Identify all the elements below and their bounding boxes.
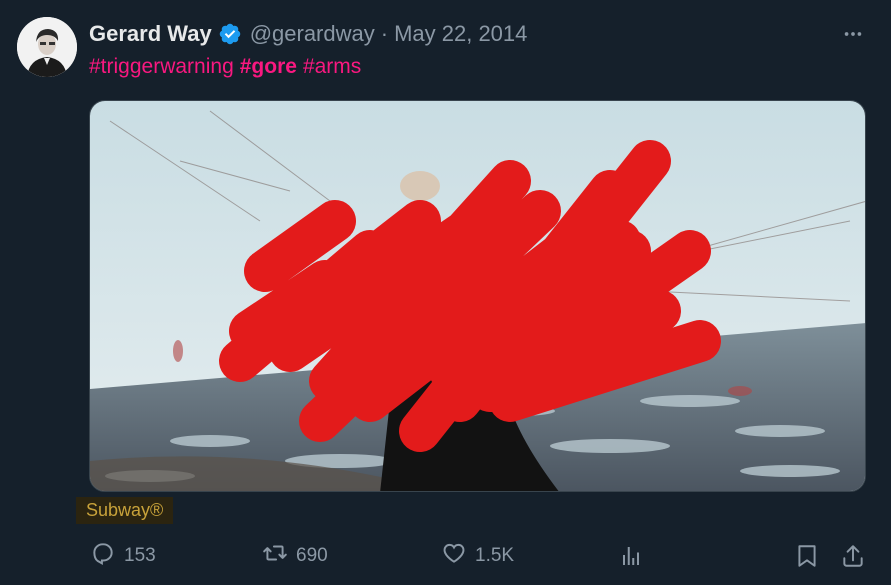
author-handle[interactable]: @gerardway — [250, 21, 375, 47]
more-icon[interactable] — [841, 22, 865, 46]
like-icon — [441, 540, 475, 572]
hashtag-gore[interactable]: #gore — [240, 55, 297, 78]
hashtag-arms[interactable]: #arms — [303, 55, 361, 78]
action-bar: 153 690 1.5K — [0, 538, 891, 574]
retweet-count: 690 — [296, 545, 328, 566]
author-name[interactable]: Gerard Way — [89, 21, 212, 47]
tweet[interactable]: Gerard Way @gerardway · May 22, 2014 #tr… — [0, 0, 891, 585]
reply-button[interactable]: 153 — [90, 538, 156, 574]
like-button[interactable]: 1.5K — [441, 538, 514, 574]
retweet-button[interactable]: 690 — [262, 538, 328, 574]
tweet-media-image[interactable] — [89, 100, 866, 492]
tweet-text: #triggerwarning #gore #arms — [89, 55, 367, 79]
share-icon[interactable] — [840, 543, 866, 569]
separator-dot: · — [380, 21, 389, 46]
reply-count: 153 — [124, 545, 156, 566]
tweet-date[interactable]: May 22, 2014 — [394, 21, 527, 47]
reply-icon — [90, 540, 124, 572]
media-tag[interactable]: Subway® — [76, 497, 174, 524]
hashtag-triggerwarning[interactable]: #triggerwarning — [89, 55, 234, 78]
bookmark-icon[interactable] — [794, 543, 820, 569]
views-icon[interactable] — [618, 543, 644, 569]
verified-badge-icon — [218, 22, 242, 46]
retweet-icon — [262, 540, 296, 572]
like-count: 1.5K — [475, 545, 515, 566]
tweet-header: Gerard Way @gerardway · May 22, 2014 — [89, 20, 527, 48]
avatar[interactable] — [17, 17, 77, 77]
